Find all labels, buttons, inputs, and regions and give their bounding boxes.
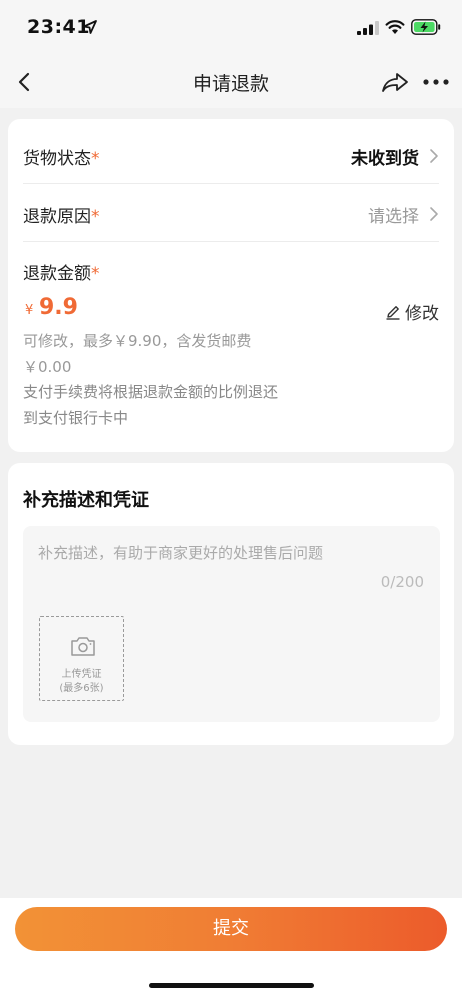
currency-symbol: ¥ [25,303,34,318]
evidence-card: 补充描述和凭证 补充描述，有助于商家更好的处理售后问题 0/200 上传凭证 (… [8,463,454,745]
status-time: 23:41 [27,16,90,38]
required-mark: * [91,149,100,169]
fee-refund-note-line1: 支付手续费将根据退款金额的比例退还 [23,383,279,401]
status-bar: 23:41 [0,0,462,56]
evidence-title: 补充描述和凭证 [23,490,149,511]
submit-button[interactable]: 提交 [15,907,447,951]
signal-icon [357,21,379,35]
home-indicator [149,983,314,988]
required-mark: * [91,207,100,227]
goods-status-label: 货物状态* [23,149,100,169]
upload-limit: (最多6张) [59,683,104,694]
char-counter: 0/200 [380,573,424,591]
goods-status-row[interactable]: 货物状态* 未收到货 [23,126,439,184]
wifi-icon [385,20,405,34]
description-placeholder: 补充描述，有助于商家更好的处理售后问题 [38,544,324,562]
battery-charging-icon [411,19,441,35]
camera-icon [71,637,95,656]
pencil-icon [386,305,400,320]
refund-page: 23:41 申请退款 货物状态* 未收到货 退款原因* 请选择 退款金额* ¥ … [0,0,462,999]
refund-amount-label: 退款金额* [23,264,100,284]
more-icon[interactable] [421,70,451,94]
required-mark: * [91,264,100,284]
refund-reason-label: 退款原因* [23,207,100,227]
edit-amount-button[interactable]: 修改 [385,299,439,324]
fee-refund-note-line2: 到支付银行卡中 [23,409,129,427]
nav-bar: 申请退款 [0,56,462,108]
location-arrow-icon [83,20,97,34]
fee-amount-note: ￥0.00 [23,358,72,376]
upload-evidence-button[interactable]: 上传凭证 (最多6张) [39,616,124,701]
edit-amount-label: 修改 [405,304,439,324]
chevron-right-icon [430,207,438,221]
description-input[interactable]: 补充描述，有助于商家更好的处理售后问题 0/200 上传凭证 (最多6张) [23,526,440,722]
bottom-bar: 提交 [0,898,462,999]
refund-reason-value: 请选择 [368,207,419,227]
top-bar: 23:41 申请退款 [0,0,462,108]
upload-label: 上传凭证 [61,669,102,680]
refund-reason-row[interactable]: 退款原因* 请选择 [23,184,439,242]
chevron-right-icon [430,149,438,163]
share-icon[interactable] [380,68,410,96]
refund-info-card: 货物状态* 未收到货 退款原因* 请选择 退款金额* ¥ 9.9 修改 可修改，… [8,119,454,452]
refund-amount-value: 9.9 [39,295,78,320]
max-amount-note: 可修改，最多￥9.90，含发货邮费 [23,332,252,350]
goods-status-value: 未收到货 [351,149,419,169]
